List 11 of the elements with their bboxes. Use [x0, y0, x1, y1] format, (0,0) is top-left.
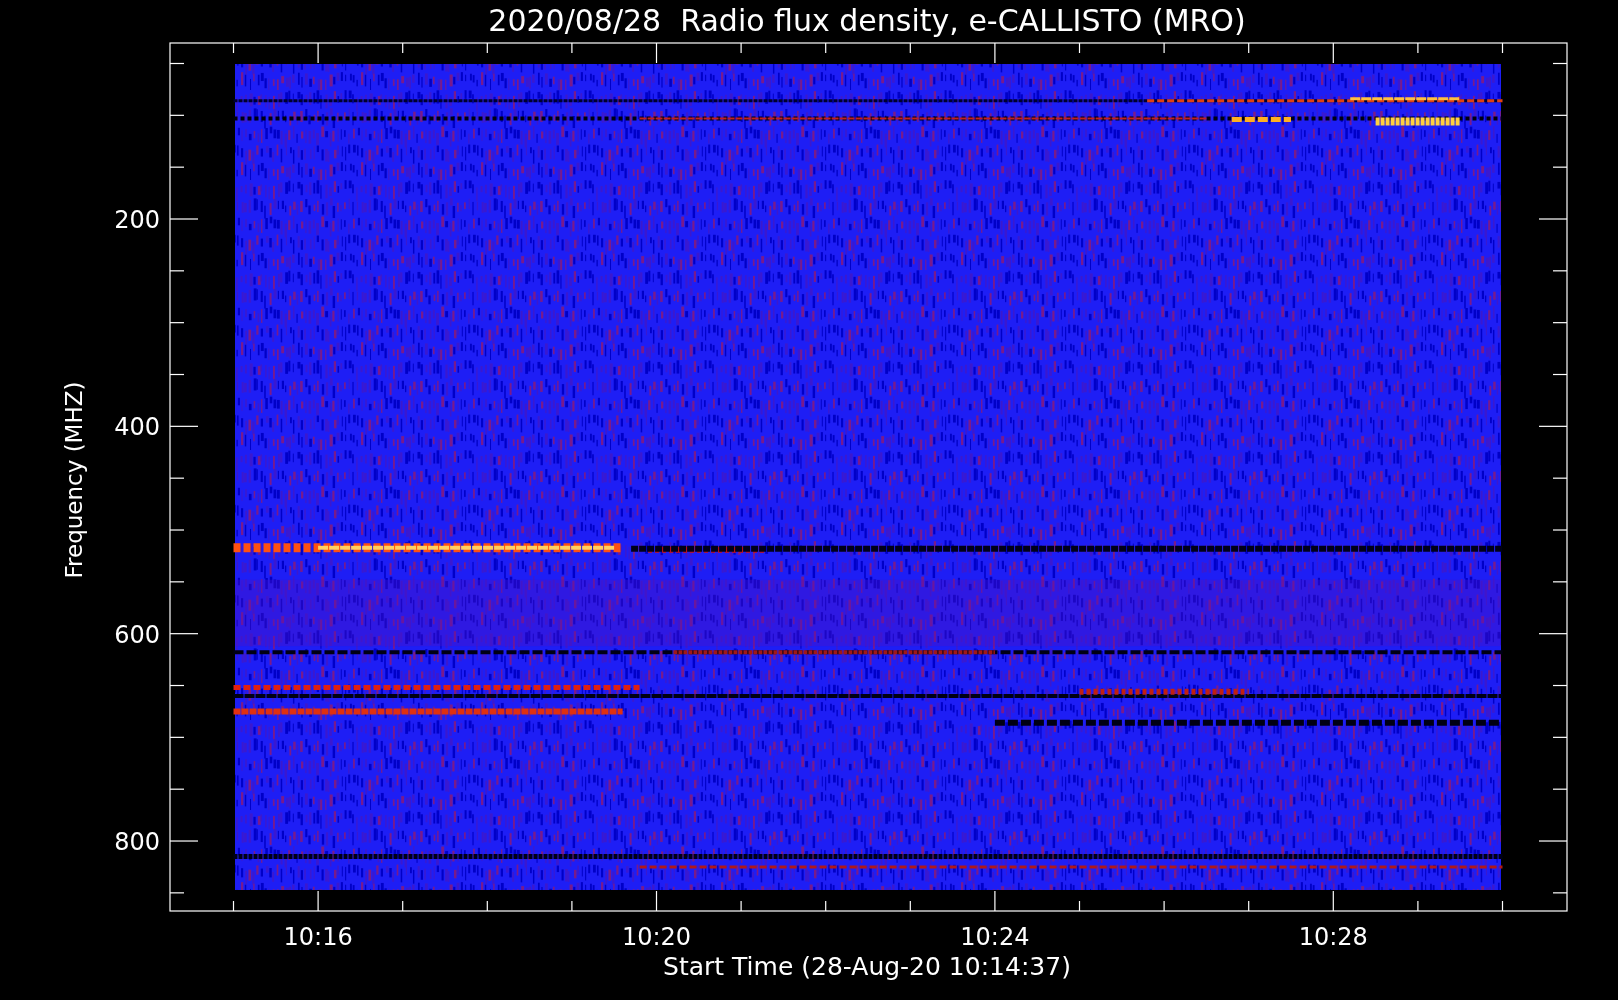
- x-tick-label: 10:28: [1298, 923, 1368, 951]
- y-axis-label: Frequency (MHZ): [61, 381, 87, 579]
- x-tick-label: 10:16: [283, 923, 353, 951]
- y-tick-label: 800: [114, 828, 160, 856]
- x-axis-label: Start Time (28-Aug-20 10:14:37): [663, 952, 1071, 981]
- x-tick-label: 10:24: [960, 923, 1030, 951]
- chart-title: 2020/08/28 Radio flux density, e-CALLISTO (MRO): [488, 3, 1246, 38]
- y-tick-label: 400: [114, 413, 160, 442]
- x-tick-label: 10:20: [621, 923, 692, 951]
- y-tick-label: 600: [114, 620, 160, 649]
- y-tick-label: 200: [114, 206, 160, 234]
